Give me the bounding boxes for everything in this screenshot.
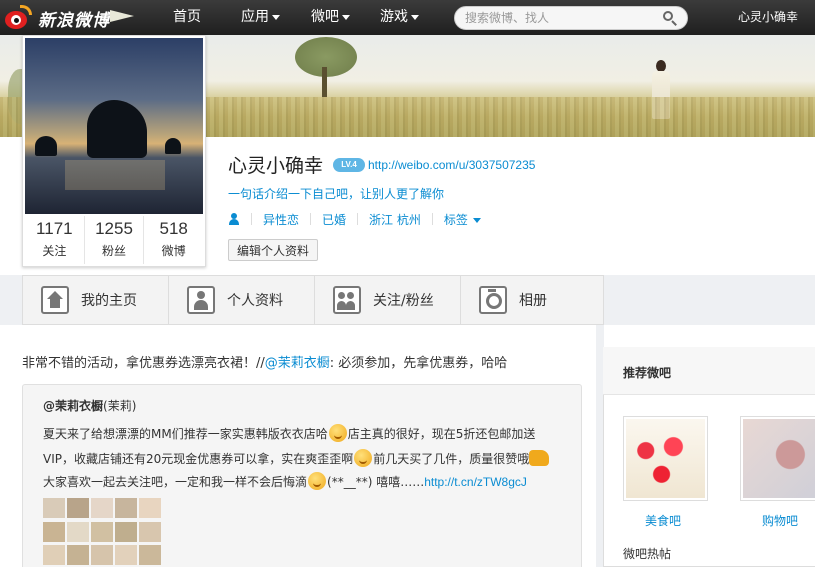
tab-album[interactable]: 相册 xyxy=(461,276,603,324)
profile-stats: 1171 关注 1255 粉丝 518 微博 xyxy=(25,216,203,264)
top-nav: 新浪微博 首页 应用 微吧 游戏 心灵小确幸 xyxy=(0,0,815,35)
group-food-image[interactable] xyxy=(623,416,708,501)
tab-my-home[interactable]: 我的主页 xyxy=(23,276,169,324)
chevron-down-icon xyxy=(411,14,419,20)
stat-following[interactable]: 1171 关注 xyxy=(25,216,85,264)
chevron-down-icon xyxy=(342,14,350,20)
profile-url[interactable]: http://weibo.com/u/3037507235 xyxy=(368,158,535,172)
edit-profile-button[interactable]: 编辑个人资料 xyxy=(228,239,318,261)
group-food-label[interactable]: 美食吧 xyxy=(645,512,681,529)
smile-emoji-icon xyxy=(328,423,347,442)
repost-user[interactable]: @茉莉衣橱(茉莉) xyxy=(43,397,136,414)
chevron-down-icon xyxy=(472,217,481,223)
weibo-logo[interactable]: 新浪微博 xyxy=(4,4,110,32)
post-text: 非常不错的活动，拿优惠券选漂亮衣裙！//@茉莉衣橱: 必须参加，先拿优惠券，哈哈 xyxy=(22,356,508,371)
nav-apps[interactable]: 应用 xyxy=(241,0,280,35)
nav-games[interactable]: 游戏 xyxy=(380,0,419,35)
laugh-emoji-icon xyxy=(354,448,373,467)
relationship-status[interactable]: 已婚 xyxy=(322,211,346,228)
orientation[interactable]: 异性恋 xyxy=(263,211,299,228)
group-shopping-image[interactable] xyxy=(740,416,815,501)
search-icon[interactable] xyxy=(663,11,677,26)
thumbs-up-icon xyxy=(529,449,550,466)
search-input[interactable] xyxy=(465,9,655,27)
level-badge[interactable]: LV.4 xyxy=(333,158,365,172)
search-box xyxy=(454,6,688,30)
profile-tabs: 我的主页 个人资料 关注/粉丝 相册 xyxy=(22,275,604,325)
home-icon xyxy=(41,286,69,314)
nav-weiba[interactable]: 微吧 xyxy=(311,0,350,35)
repost-line-3: 大家喜欢一起去关注吧，一定和我一样不会后悔滴 (**__**) 嘻嘻……http:… xyxy=(43,471,527,490)
location[interactable]: 浙江 杭州 xyxy=(369,211,421,228)
profile-name: 心灵小确幸 xyxy=(228,155,324,177)
mention-link[interactable]: @茉莉衣橱 xyxy=(265,356,330,371)
repost-line-1: 夏天来了给想漂漂的MM们推荐一家实惠韩版衣衣店哈 店主真的很好，现在5折还包邮加送 xyxy=(43,423,535,442)
blush-emoji-icon xyxy=(308,471,327,490)
nav-username[interactable]: 心灵小确幸 xyxy=(738,0,798,35)
stat-followers[interactable]: 1255 粉丝 xyxy=(85,216,145,264)
stat-posts[interactable]: 518 微博 xyxy=(144,216,203,264)
avatar-card: 1171 关注 1255 粉丝 518 微博 xyxy=(22,35,206,267)
recommend-title: 推荐微吧 xyxy=(623,366,672,380)
camera-icon xyxy=(479,286,507,314)
tags-dropdown[interactable]: 标签 xyxy=(444,211,481,228)
nav-home[interactable]: 首页 xyxy=(173,0,201,35)
logo-text: 新浪微博 xyxy=(38,10,110,31)
repost-image-grid[interactable] xyxy=(43,498,163,567)
repost-line-2: VIP，收藏店铺还有20元现金优惠券可以拿，实在爽歪歪啊 前几天买了几件，质量很赞… xyxy=(43,448,550,467)
tab-follow-fans[interactable]: 关注/粉丝 xyxy=(315,276,461,324)
chevron-down-icon xyxy=(272,14,280,20)
tab-profile[interactable]: 个人资料 xyxy=(169,276,315,324)
avatar[interactable] xyxy=(25,38,203,214)
hot-posts-title: 微吧热帖 xyxy=(623,547,672,561)
people-icon xyxy=(333,286,361,314)
profile-intro[interactable]: 一句话介绍一下自己吧，让别人更了解你 xyxy=(228,185,444,202)
weibo-eye-icon xyxy=(4,5,34,31)
paper-plane-icon xyxy=(110,6,136,24)
profile-meta: 异性恋 已婚 浙江 杭州 标签 xyxy=(228,211,481,227)
person-icon xyxy=(187,286,215,314)
person-icon xyxy=(228,212,240,226)
short-link[interactable]: http://t.cn/zTW8gcJ xyxy=(424,475,527,489)
group-shopping-label[interactable]: 购物吧 xyxy=(762,512,798,529)
